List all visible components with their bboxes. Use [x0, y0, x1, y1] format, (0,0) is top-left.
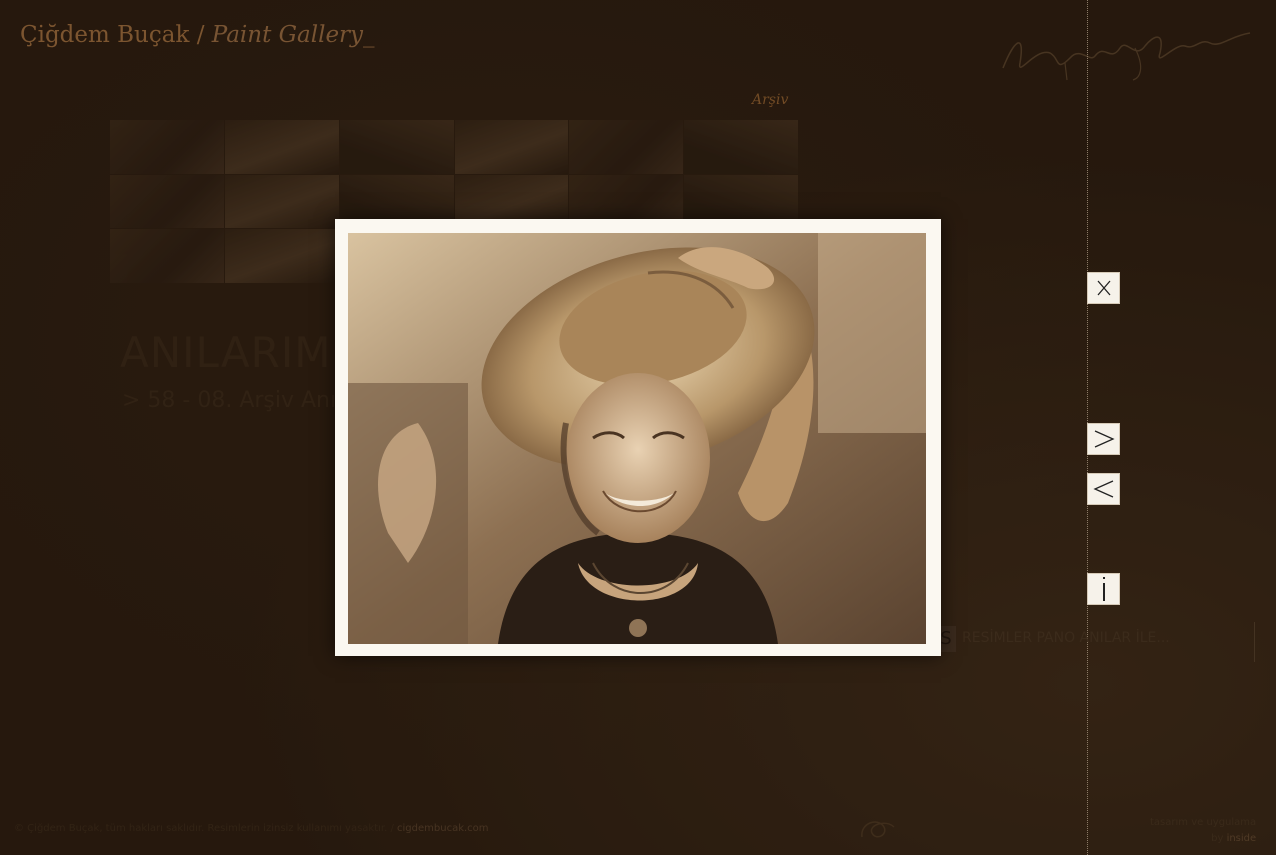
next-button[interactable]: [1087, 423, 1120, 455]
info-icon: [1102, 577, 1105, 601]
prev-button[interactable]: [1087, 473, 1120, 505]
chevron-left-icon: [1092, 480, 1113, 498]
lightbox-frame: [335, 219, 941, 656]
close-icon: [1097, 280, 1110, 296]
info-button[interactable]: [1087, 573, 1120, 605]
close-button[interactable]: [1087, 272, 1120, 304]
photo-image: [348, 233, 926, 644]
lightbox-photo: [348, 233, 926, 644]
chevron-right-icon: [1094, 430, 1115, 448]
